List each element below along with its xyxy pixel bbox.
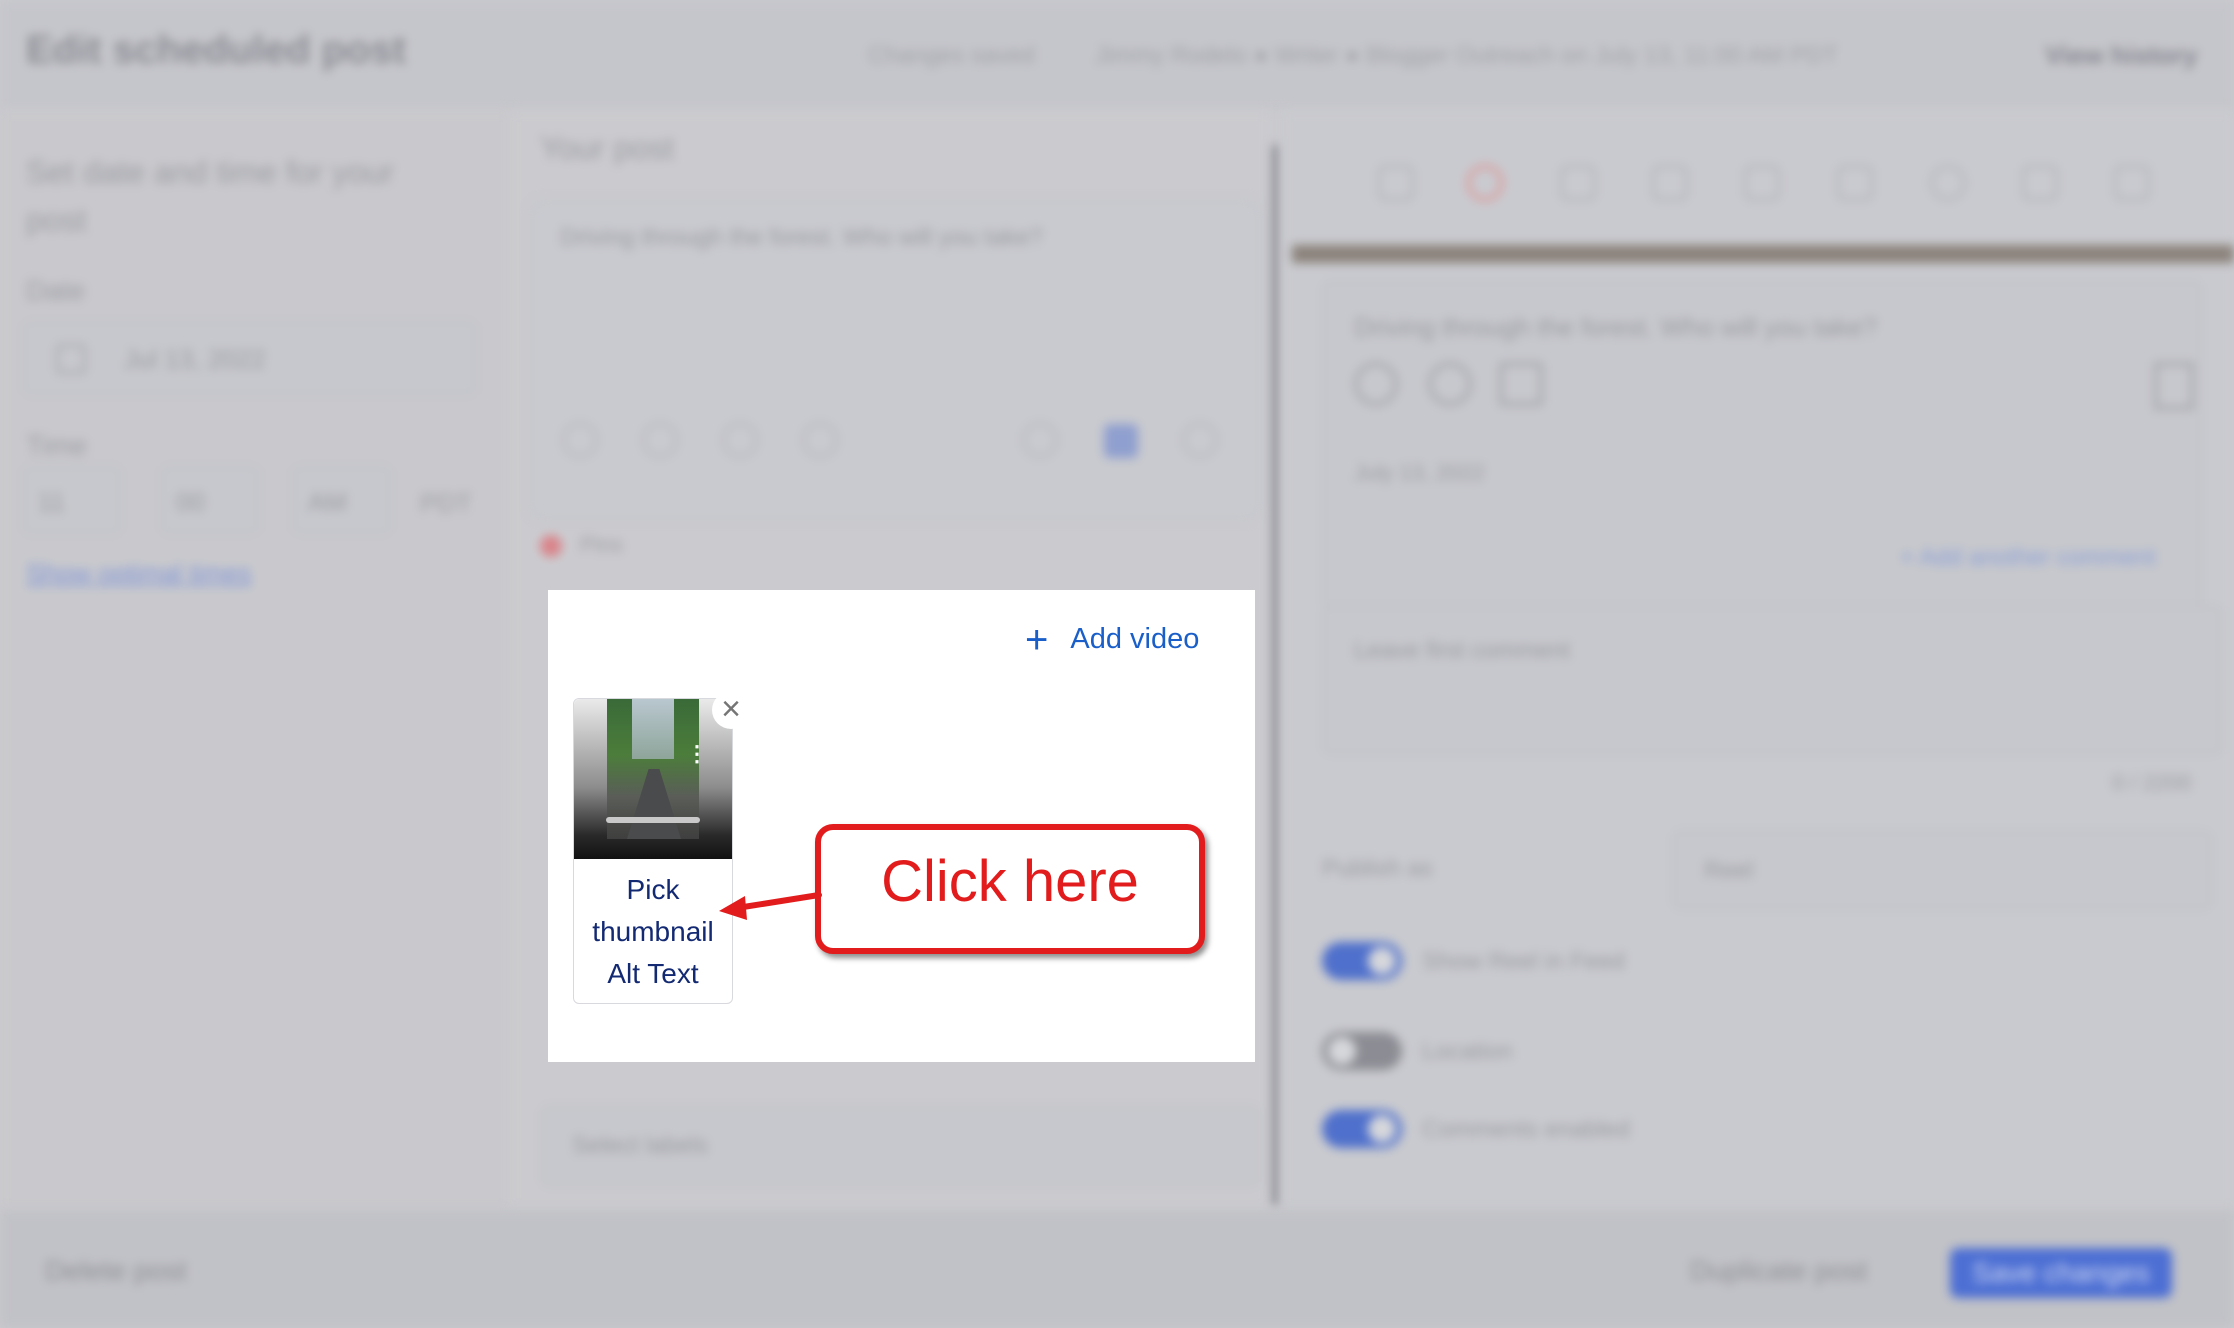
time-label: Time — [26, 430, 88, 461]
location-toggle[interactable] — [1322, 1032, 1402, 1070]
calendar-tab-icon[interactable] — [2114, 165, 2150, 201]
view-history-link[interactable]: View history — [2045, 40, 2198, 71]
page-footer: Delete post Duplicate post Save changes — [0, 1210, 2234, 1328]
post-text-editor[interactable]: Driving through the forest. Who will you… — [530, 200, 1260, 520]
add-video-button[interactable]: + Add video — [1025, 617, 1200, 662]
schedule-sidebar: Set date and time for your post Date Jul… — [0, 110, 510, 1210]
publish-as-select[interactable]: Reel — [1672, 830, 2212, 910]
delete-post-button[interactable]: Delete post — [45, 1255, 187, 1287]
date-field[interactable]: Jul 13, 2022 — [22, 320, 477, 396]
network-label: Pins — [580, 532, 623, 557]
location-toggle-label: Location — [1422, 1038, 1513, 1065]
comments-toggle-label: Comments enabled — [1422, 1116, 1631, 1143]
ampm-select[interactable]: AM — [292, 465, 392, 535]
timezone-label: PDT — [420, 488, 472, 518]
more-options-icon[interactable]: ⋮ — [686, 743, 708, 765]
video-card: ⋮ × Pick thumbnail Alt Text — [573, 691, 750, 1004]
pinterest-icon — [540, 535, 562, 557]
share-icon[interactable] — [1499, 362, 1543, 406]
comment-icon[interactable] — [1428, 362, 1472, 406]
video-progress-bar — [606, 817, 700, 823]
post-text: Driving through the forest. Who will you… — [560, 224, 1043, 251]
preview-caption: Driving through the forest. Who will you… — [1354, 312, 1878, 342]
publish-as-label: Publish as — [1322, 855, 1433, 882]
page-header: Edit scheduled post Changes saved Jimmy … — [0, 0, 2234, 110]
plus-icon: + — [1025, 617, 1049, 662]
add-comment-link[interactable]: + Add another comment — [1900, 544, 2156, 572]
like-icon[interactable] — [1354, 362, 1398, 406]
emoji-icon[interactable] — [562, 422, 598, 458]
minute-value: 00 — [176, 487, 205, 517]
text-format-icon[interactable] — [802, 422, 838, 458]
column-divider — [1272, 145, 1280, 1205]
preview-image-strip — [1292, 245, 2234, 263]
callout-arrow-icon — [719, 892, 822, 920]
calendar-icon — [56, 344, 86, 374]
labels-select[interactable]: Select labels — [540, 1105, 1260, 1187]
publish-as-value: Reel — [1704, 857, 1754, 884]
feed-toggle[interactable] — [1322, 942, 1402, 980]
bookmark-icon[interactable] — [2154, 362, 2194, 410]
video-thumbnail[interactable]: ⋮ — [574, 699, 732, 859]
facebook-tab-icon[interactable] — [1378, 165, 1414, 201]
preview-column: Driving through the forest. Who will you… — [1282, 110, 2234, 1210]
instagram-tab-icon[interactable] — [1467, 165, 1503, 201]
optimal-times-link[interactable]: Show optimal times — [26, 558, 251, 589]
pinterest-tab-icon[interactable] — [1930, 165, 1966, 201]
post-heading: Your post — [540, 130, 675, 166]
media-library-icon[interactable] — [1104, 424, 1138, 458]
labels-placeholder: Select labels — [572, 1132, 709, 1159]
minute-select[interactable]: 00 — [160, 465, 260, 535]
first-comment-field[interactable]: Leave first comment — [1322, 605, 2222, 755]
schedule-heading: Set date and time for your post — [26, 154, 395, 238]
save-status: Changes saved — [868, 42, 1035, 69]
author-line: Jimmy Rodelo ● Writer ● Blogger Outreach… — [1095, 42, 1839, 69]
google-tab-icon[interactable] — [2022, 165, 2058, 201]
ampm-value: AM — [308, 487, 347, 517]
comment-placeholder: Leave first comment — [1354, 637, 1571, 664]
add-video-label: Add video — [1070, 623, 1200, 655]
save-changes-button[interactable]: Save changes — [1950, 1248, 2172, 1298]
preview-date: July 13, 2022 — [1354, 460, 1485, 485]
mention-icon[interactable] — [722, 422, 758, 458]
twitter-tab-icon[interactable] — [1652, 165, 1688, 201]
linkedin-tab-icon[interactable] — [1560, 165, 1596, 201]
attach-icon[interactable] — [1182, 422, 1218, 458]
edit-icon[interactable] — [1022, 422, 1058, 458]
duplicate-post-button[interactable]: Duplicate post — [1690, 1255, 1867, 1287]
date-value: Jul 13, 2022 — [124, 344, 266, 374]
close-icon[interactable]: × — [712, 691, 750, 729]
hour-select[interactable]: 11 — [22, 465, 122, 535]
click-here-callout: Click here — [815, 824, 1205, 954]
hour-value: 11 — [38, 487, 65, 517]
hashtag-icon[interactable] — [642, 422, 678, 458]
page-title: Edit scheduled post — [26, 28, 407, 72]
pick-thumbnail-alt-text-link[interactable]: Pick thumbnail Alt Text — [574, 869, 732, 995]
char-count: 0 / 2200 — [2112, 770, 2192, 795]
tiktok-tab-icon[interactable] — [1837, 165, 1873, 201]
youtube-tab-icon[interactable] — [1744, 165, 1780, 201]
comments-toggle[interactable] — [1322, 1110, 1402, 1148]
feed-toggle-label: Show Reel in Feed — [1422, 948, 1625, 975]
date-label: Date — [26, 275, 86, 306]
